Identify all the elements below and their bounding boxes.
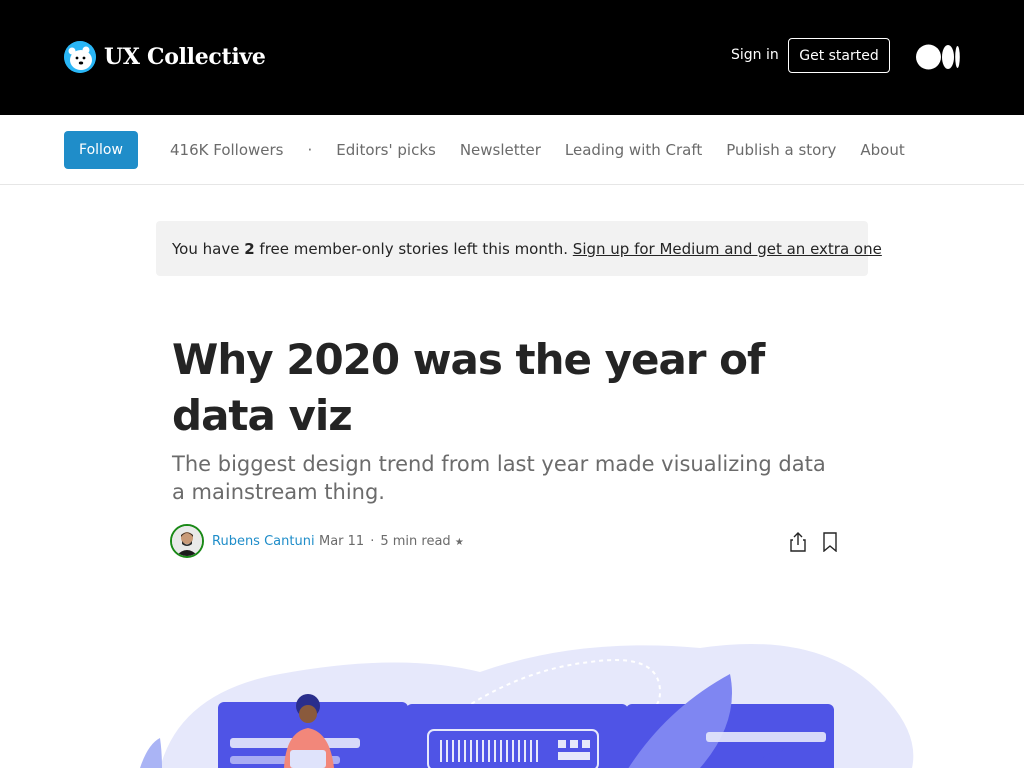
brand-name: UX Collective — [104, 44, 266, 70]
followers-count[interactable]: 416K Followers — [170, 141, 284, 159]
sign-in-link[interactable]: Sign in — [731, 47, 779, 63]
nav-link-about[interactable]: About — [860, 141, 904, 159]
article-meta: Mar 11 · 5 min read ★ — [319, 534, 464, 549]
article-title: Why 2020 was the year of data viz — [172, 335, 765, 440]
nav-link-newsletter[interactable]: Newsletter — [460, 141, 541, 159]
top-bar: UX Collective Sign in Get started — [0, 0, 1024, 115]
nav-link-publish-a-story[interactable]: Publish a story — [726, 141, 836, 159]
hero-illustration — [140, 632, 920, 768]
publication-links: 416K Followers · Editors' picks Newslett… — [170, 115, 929, 184]
brand-home-link[interactable]: UX Collective — [64, 40, 266, 74]
banner-text: You have 2 free member-only stories left… — [172, 240, 882, 258]
meta-separator: · — [370, 534, 375, 549]
nav-separator: · — [307, 140, 313, 159]
author-row: Rubens Cantuni Mar 11 · 5 min read ★ — [170, 524, 842, 558]
banner-prefix: You have — [172, 239, 245, 258]
nav-link-editors-picks[interactable]: Editors' picks — [336, 141, 436, 159]
get-started-button[interactable]: Get started — [788, 38, 890, 73]
read-time: 5 min read — [380, 534, 451, 549]
member-star-icon: ★ — [454, 537, 464, 548]
banner-suffix: free member-only stories left this month… — [254, 239, 573, 258]
follow-button[interactable]: Follow — [64, 131, 138, 169]
banner-count: 2 — [244, 239, 255, 258]
member-stories-banner: You have 2 free member-only stories left… — [156, 221, 882, 276]
signup-extra-story-link[interactable]: Sign up for Medium and get an extra one — [573, 240, 882, 258]
polar-bear-icon — [64, 41, 96, 73]
bookmark-icon[interactable] — [822, 532, 838, 553]
medium-logo-icon[interactable] — [916, 44, 961, 74]
nav-link-leading-with-craft[interactable]: Leading with Craft — [565, 141, 702, 159]
author-avatar[interactable] — [170, 524, 204, 558]
article-subtitle: The biggest design trend from last year … — [172, 452, 826, 504]
publish-date: Mar 11 — [319, 534, 365, 549]
publication-nav: Follow 416K Followers · Editors' picks N… — [0, 115, 1024, 185]
share-icon[interactable] — [788, 531, 808, 553]
author-name-link[interactable]: Rubens Cantuni — [212, 534, 315, 549]
